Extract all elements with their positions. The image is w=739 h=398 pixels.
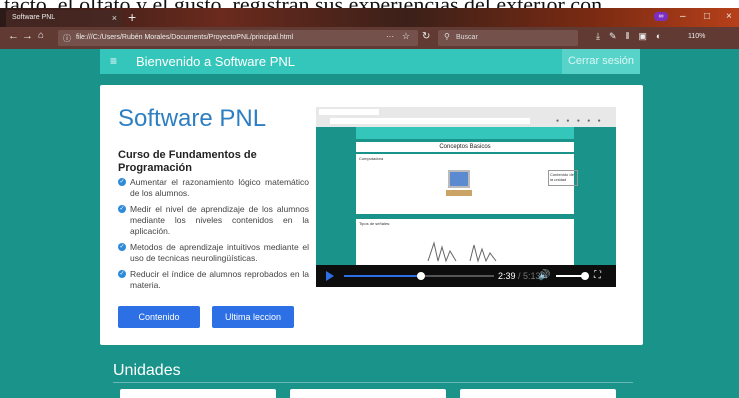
url-bar[interactable]: ⓘ file:///C:/Users/Rubén Morales/Documen… <box>58 30 418 46</box>
objective-text: Medir el nivel de aprendizaje de los alu… <box>130 204 309 236</box>
app-title: Bienvenido a Software PNL <box>136 54 295 69</box>
video-controls: 2:39 / 5:13 🔊 ⛶ <box>316 265 616 287</box>
objective-item: ✓ Aumentar el razonamiento lógico matemát… <box>118 177 309 199</box>
search-placeholder: Buscar <box>456 34 478 41</box>
check-circle-icon: ✓ <box>118 243 126 251</box>
browser-tab[interactable]: Software PNL × <box>6 10 122 27</box>
download-icon[interactable]: ⤓ <box>596 31 600 42</box>
tools-icon[interactable]: ✎ <box>609 31 617 42</box>
hamburger-icon[interactable]: ≡ <box>110 54 124 68</box>
reload-icon[interactable]: ↻ <box>422 31 430 42</box>
video-screen-label: Computadora <box>359 156 384 161</box>
url-text: file:///C:/Users/Rubén Morales/Documents… <box>76 34 294 41</box>
objective-text: Aumentar el razonamiento lógico matemáti… <box>130 177 309 198</box>
video-progress-fill <box>344 275 421 277</box>
contenido-button[interactable]: Contenido <box>118 306 200 328</box>
volume-icon[interactable]: 🔊 <box>538 270 550 281</box>
units-section-title: Unidades <box>113 362 181 379</box>
units-divider <box>113 382 633 383</box>
page-actions-icon[interactable]: ··· <box>386 32 394 41</box>
screen: tacto, el olfato y el gusto, registran s… <box>0 0 739 398</box>
check-circle-icon: ✓ <box>118 178 126 186</box>
video-progress-bar[interactable] <box>344 272 494 280</box>
video-screen-tab <box>319 109 379 115</box>
video-player[interactable]: ● ● ● ● ● Conceptos Basicos Computadora … <box>316 107 616 287</box>
ultima-leccion-button[interactable]: Ultima leccion <box>212 306 294 328</box>
fullscreen-icon[interactable]: ⛶ <box>594 270 601 281</box>
volume-slider[interactable] <box>556 272 589 280</box>
check-circle-icon: ✓ <box>118 205 126 213</box>
video-screen-url <box>330 118 530 124</box>
video-current-time: 2:39 <box>498 271 516 281</box>
course-title: Curso de Fundamentos de Programación <box>118 149 257 174</box>
logout-button[interactable]: Cerrar sesión <box>562 49 640 74</box>
video-screen-content: Computadora Contenido de la unidad <box>356 154 578 214</box>
maximize-button[interactable]: □ <box>704 11 710 22</box>
computer-illustration <box>446 170 472 196</box>
video-screen-page: Conceptos Basicos Computadora Contenido … <box>316 127 616 265</box>
forward-arrow-icon[interactable]: → <box>22 30 33 42</box>
library-icon[interactable]: ⫴ <box>626 31 630 42</box>
video-screen-appbar <box>356 127 574 139</box>
app-header: ≡ Bienvenido a Software PNL Cerrar sesió… <box>100 49 640 74</box>
card-title: Software PNL <box>118 105 267 132</box>
video-screen-header: Conceptos Basicos <box>356 142 574 152</box>
unit-card[interactable] <box>290 389 446 398</box>
browser-navbar: ← → ⌂ ⓘ file:///C:/Users/Rubén Morales/D… <box>0 27 739 49</box>
close-window-button[interactable]: × <box>726 11 732 22</box>
objectives-list: ✓ Aumentar el razonamiento lógico matemát… <box>118 177 309 296</box>
tab-close-icon[interactable]: × <box>112 13 117 23</box>
info-icon[interactable]: ⓘ <box>63 33 71 44</box>
volume-knob[interactable] <box>581 272 589 280</box>
video-screen-browser-chrome: ● ● ● ● ● <box>316 107 616 127</box>
extension-icon[interactable]: ◐ <box>656 31 661 42</box>
search-input[interactable]: ⚲ Buscar <box>438 30 578 46</box>
zoom-level[interactable]: 110% <box>688 33 705 40</box>
video-progress-knob[interactable] <box>416 272 425 280</box>
video-screen-tipos-label: Tipos de señales: <box>359 221 391 226</box>
minimize-button[interactable]: – <box>680 11 686 22</box>
tab-title: Software PNL <box>12 14 56 21</box>
back-arrow-icon[interactable]: ← <box>8 30 19 42</box>
objective-item: ✓ Metodos de aprendizaje intuitivos media… <box>118 242 309 264</box>
intro-card: Software PNL Curso de Fundamentos de Pro… <box>100 85 643 345</box>
objective-item: ✓ Reducir el índice de alumnos reprobados… <box>118 269 309 291</box>
sidebar-icon[interactable]: ▣ <box>638 31 647 42</box>
bookmark-star-icon[interactable]: ☆ <box>402 31 410 42</box>
browser-titlebar: Software PNL × + ∞ – □ × <box>0 8 739 27</box>
video-screen-side-box: Contenido de la unidad <box>548 170 578 186</box>
new-tab-button[interactable]: + <box>128 10 136 24</box>
check-circle-icon: ✓ <box>118 270 126 278</box>
objective-item: ✓ Medir el nivel de aprendizaje de los al… <box>118 204 309 237</box>
page-content: ≡ Bienvenido a Software PNL Cerrar sesió… <box>0 49 739 398</box>
search-icon: ⚲ <box>444 32 450 41</box>
signal-wave-illustration <box>427 241 497 263</box>
unit-card[interactable] <box>120 389 276 398</box>
unit-card[interactable] <box>460 389 616 398</box>
video-screen-tipos: Tipos de señales: <box>356 219 574 265</box>
objective-text: Reducir el índice de alumnos reprobados … <box>130 269 309 290</box>
play-icon[interactable] <box>326 271 334 281</box>
video-time: 2:39 / 5:13 <box>498 271 541 281</box>
private-mask-icon: ∞ <box>654 12 668 21</box>
objective-text: Metodos de aprendizaje intuitivos median… <box>130 242 309 263</box>
video-screen-icons: ● ● ● ● ● <box>556 118 604 124</box>
home-icon[interactable]: ⌂ <box>38 30 44 41</box>
video-screen-paragraph <box>359 202 571 210</box>
toolbar-icons: ⤓ ✎ ⫴ ▣ ◐ <box>596 31 661 42</box>
